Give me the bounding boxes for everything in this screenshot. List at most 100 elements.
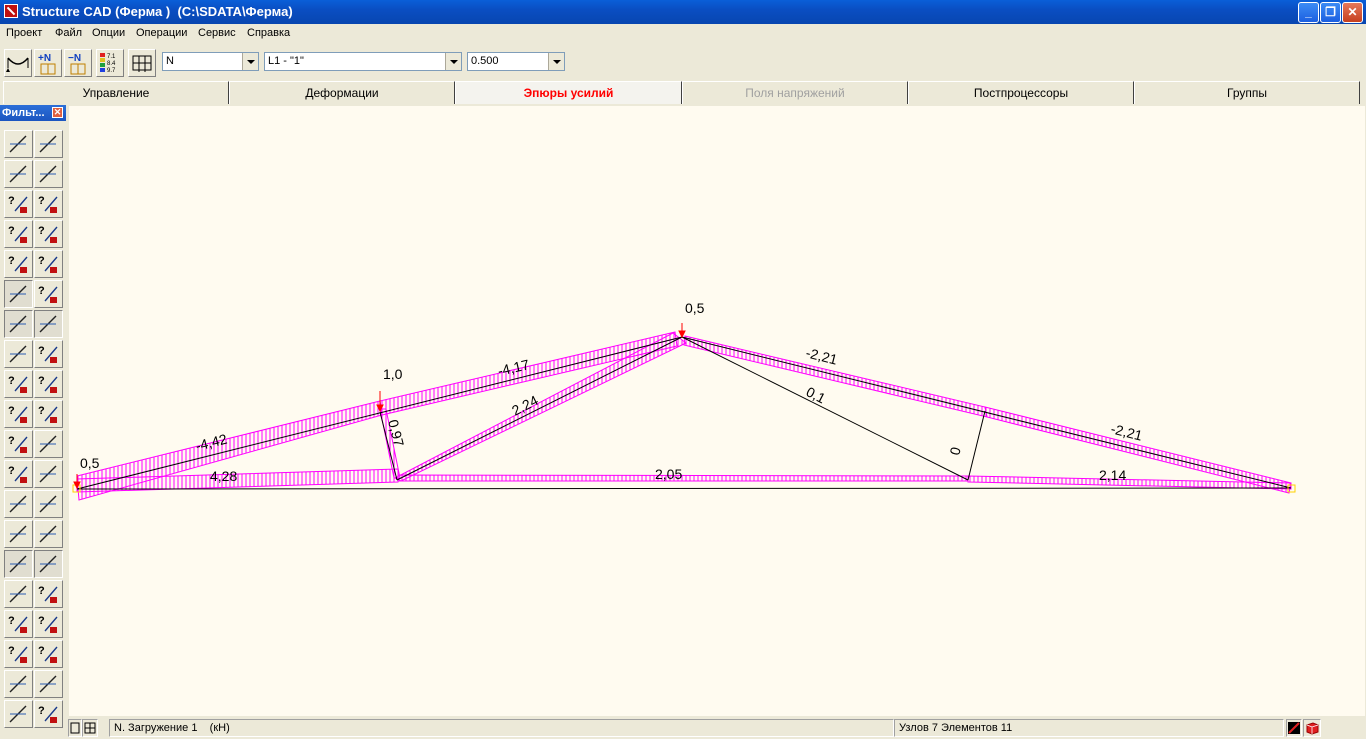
frame-icon[interactable] [128, 49, 156, 77]
query-gl-icon[interactable]: ? [34, 700, 63, 728]
layers-icon-glyph [9, 585, 27, 603]
cross-icon[interactable] [4, 310, 33, 338]
scale-values-icon[interactable]: 7.1 8.4 9.7 [96, 49, 124, 77]
remove-force-icon[interactable]: −N [64, 49, 92, 77]
cube-red-icon [1303, 719, 1321, 737]
force-select-value: N [166, 55, 174, 67]
query-te-icon[interactable]: ? [4, 250, 33, 278]
grid-table-icon[interactable] [4, 490, 33, 518]
chevron-down-icon[interactable] [242, 53, 258, 70]
close-icon[interactable]: ✕ [52, 107, 63, 118]
table-red-icon[interactable] [34, 670, 63, 698]
cross-blue-icon[interactable] [34, 310, 63, 338]
minimize-button[interactable]: _ [1298, 2, 1319, 23]
query-arrow-icon-glyph: ? [38, 345, 58, 363]
svg-text:?: ? [38, 225, 45, 237]
hatch-icon[interactable] [4, 340, 33, 368]
svg-text:?: ? [8, 375, 15, 387]
title-bar: Structure CAD (Ферма ) (C:\SDATA\Ферма) … [0, 0, 1366, 24]
query-node-icon-glyph: ? [38, 195, 58, 213]
query-plus-icon[interactable]: ? [34, 580, 63, 608]
support-icon-glyph [9, 285, 27, 303]
query-g-icon[interactable]: ? [34, 610, 63, 638]
menu-service[interactable]: Сервис [198, 27, 236, 39]
query-twin-icon[interactable]: ? [34, 400, 63, 428]
table-icon[interactable] [4, 670, 33, 698]
query-down-icon-glyph: ? [38, 375, 58, 393]
cube-icon[interactable] [4, 160, 33, 188]
menu-help[interactable]: Справка [247, 27, 290, 39]
query-load-icon[interactable]: ? [4, 370, 33, 398]
scale-select-value: 0.500 [471, 55, 499, 67]
window-title: Structure CAD (Ферма ) (C:\SDATA\Ферма) [22, 4, 293, 19]
layer-green-icon[interactable] [4, 550, 33, 578]
drawing-canvas[interactable]: 0,5 1,0 0,5 -4,42 -4,17 -2,21 -2,21 4,28… [69, 106, 1365, 716]
svg-text:?: ? [38, 615, 45, 627]
grid-lines-icon[interactable] [34, 490, 63, 518]
spring-icon[interactable] [34, 160, 63, 188]
tab-postprocessors[interactable]: Постпроцессоры [908, 81, 1134, 104]
menu-file[interactable]: Файл [55, 27, 82, 39]
chevron-down-icon[interactable] [445, 53, 461, 70]
query-arrow-icon[interactable]: ? [34, 340, 63, 368]
tab-force-diagrams[interactable]: Эпюры усилий [455, 81, 682, 104]
query-r-icon[interactable]: ? [34, 250, 63, 278]
load-select[interactable]: L1 - "1" [264, 52, 462, 71]
query-grid-icon[interactable]: ? [34, 280, 63, 308]
load-label-left: 0,5 [80, 455, 100, 471]
svg-text:−N: −N [68, 53, 81, 64]
close-button[interactable]: ✕ [1342, 2, 1363, 23]
chevron-down-icon[interactable] [548, 53, 564, 70]
query-g2-icon[interactable]: ? [4, 640, 33, 668]
menu-bar: Проект Файл Опции Операции Сервис Справк… [0, 24, 1366, 44]
beam-deform-icon[interactable] [4, 49, 32, 77]
query-nj-icon[interactable]: ? [34, 220, 63, 248]
view-split-icon[interactable] [82, 719, 98, 737]
query-ne-icon[interactable]: ? [4, 220, 33, 248]
support-icon[interactable] [4, 280, 33, 308]
query-down-icon[interactable]: ? [34, 370, 63, 398]
band-top-right [683, 335, 988, 418]
pencil-icon[interactable] [4, 130, 33, 158]
ruler-icon[interactable] [4, 520, 33, 548]
tab-groups[interactable]: Группы [1134, 81, 1360, 104]
eraser-icon[interactable] [34, 130, 63, 158]
menu-options[interactable]: Опции [92, 27, 125, 39]
truss-diagram[interactable]: 0,5 1,0 0,5 -4,42 -4,17 -2,21 -2,21 4,28… [69, 106, 1365, 716]
brush-icon[interactable] [34, 550, 63, 578]
member-vertical-right [967, 410, 986, 481]
query-l-icon[interactable]: ? [34, 640, 63, 668]
query-gl-icon-glyph: ? [38, 705, 58, 723]
view-single-icon[interactable] [68, 719, 82, 737]
restore-button[interactable]: ❐ [1320, 2, 1341, 23]
force-select[interactable]: N [162, 52, 259, 71]
query-bar-icon[interactable]: ? [4, 190, 33, 218]
menu-project[interactable]: Проект [6, 27, 42, 39]
force-label-bottom-right: 2,14 [1099, 467, 1126, 483]
query-lf-icon[interactable]: ? [4, 400, 33, 428]
svg-text:?: ? [8, 405, 15, 417]
svg-text:+N: +N [38, 53, 51, 64]
shape-icon[interactable] [4, 700, 33, 728]
query-node-icon[interactable]: ? [34, 190, 63, 218]
layers-icon[interactable] [4, 580, 33, 608]
scale-select[interactable]: 0.500 [467, 52, 565, 71]
grid-move-icon[interactable] [34, 460, 63, 488]
query-n-icon[interactable]: ? [4, 610, 33, 638]
add-force-icon[interactable]: +N [34, 49, 62, 77]
query-nj-icon-glyph: ? [38, 225, 58, 243]
status-model-info: Узлов 7 Элементов 11 [894, 719, 1284, 737]
tab-deformations[interactable]: Деформации [229, 81, 455, 104]
filter-panel: Фильт... ✕ ???????????????????? [0, 105, 68, 738]
query-lf-icon-glyph: ? [8, 405, 28, 423]
axes-icon[interactable] [34, 430, 63, 458]
svg-text:?: ? [8, 465, 15, 477]
dimension-icon[interactable] [34, 520, 63, 548]
query-dots-icon[interactable]: ? [4, 460, 33, 488]
member-top-left [76, 336, 683, 490]
hatch-icon-glyph [9, 345, 27, 363]
query-m-icon[interactable]: ? [4, 430, 33, 458]
menu-operations[interactable]: Операции [136, 27, 187, 39]
dimension-icon-glyph [39, 525, 57, 543]
tab-control[interactable]: Управление [3, 81, 229, 104]
